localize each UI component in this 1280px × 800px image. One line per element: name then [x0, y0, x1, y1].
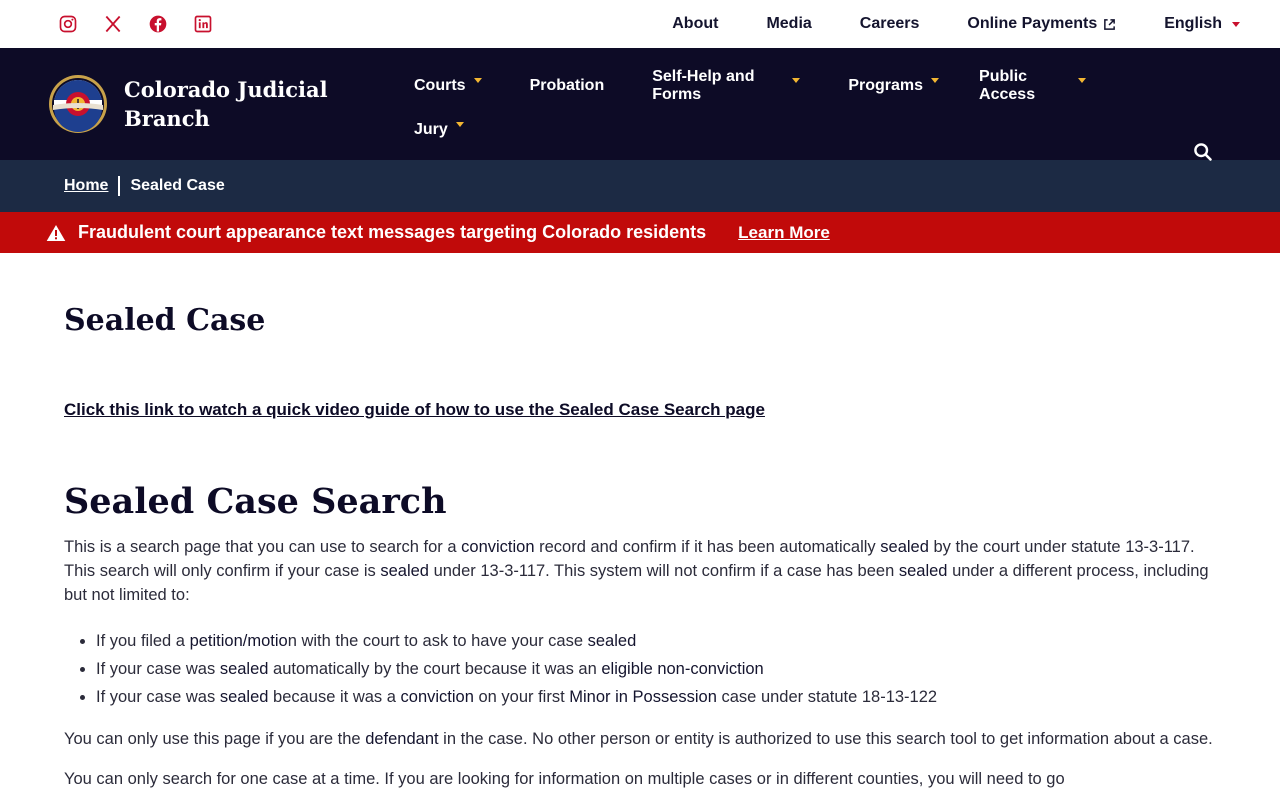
breadcrumb-current: Sealed Case	[130, 177, 225, 194]
nav-self-help[interactable]: Self-Help and Forms	[652, 68, 801, 104]
p1-a: This is a search page that you can use t…	[64, 538, 462, 556]
b2-f: Minor in Possession	[569, 688, 717, 706]
language-select[interactable]: English	[1164, 15, 1240, 33]
b2-d: conviction	[400, 688, 474, 706]
b2-b: sealed	[219, 688, 269, 706]
facebook-icon[interactable]	[148, 14, 168, 34]
search-icon[interactable]	[1193, 142, 1213, 162]
b2-a: If your case was	[96, 688, 220, 706]
chevron-down-icon	[473, 77, 482, 83]
b1-a: If your case was	[96, 660, 220, 678]
list-item: If your case was sealed because it was a…	[96, 683, 1216, 711]
b0-b: petition/motio	[189, 632, 288, 650]
external-link-icon	[1104, 18, 1116, 30]
b0-c: n with the court to ask to have your cas…	[287, 632, 588, 650]
chevron-down-icon	[455, 121, 464, 127]
b0-d: sealed	[587, 632, 637, 650]
instagram-icon[interactable]	[58, 14, 78, 34]
b1-c: automatically by the court because it wa…	[268, 660, 602, 678]
chevron-down-icon	[931, 77, 940, 83]
brand-home-link[interactable]: Colorado Judicial Branch	[0, 48, 380, 160]
nav-jury-label: Jury	[414, 121, 448, 138]
nav-probation[interactable]: Probation	[530, 77, 605, 95]
utility-nav: About Media Careers Online Payments Engl…	[672, 15, 1240, 33]
nav-public-access-label: Public Access	[979, 68, 1036, 103]
nav-programs[interactable]: Programs	[848, 77, 940, 95]
list-item: If your case was sealed automatically by…	[96, 655, 1216, 683]
brand-name: Colorado Judicial Branch	[124, 77, 328, 131]
online-payments-label: Online Payments	[967, 15, 1098, 32]
main-content: Sealed Case Click this link to watch a q…	[0, 303, 1280, 791]
alert-message: Fraudulent court appearance text message…	[78, 222, 707, 242]
p2-c: in the case. No other person or entity i…	[438, 730, 1213, 748]
alert-banner: Fraudulent court appearance text message…	[0, 212, 1280, 253]
b2-g: case under statute 18-13-122	[716, 688, 938, 706]
nav-probation-label: Probation	[529, 77, 605, 94]
b0-a: If you filed a	[96, 632, 190, 650]
b2-c: because it was a	[268, 688, 401, 706]
x-icon[interactable]	[103, 14, 123, 34]
nav-courts-label: Courts	[414, 77, 466, 94]
b2-e: on your first	[473, 688, 570, 706]
breadcrumb: Home Sealed Case	[0, 160, 1280, 212]
one-case-paragraph: You can only search for one case at a ti…	[64, 770, 1065, 788]
main-nav: Courts Probation Self-Help and Forms Pro…	[414, 48, 1134, 152]
linkedin-icon[interactable]	[193, 14, 213, 34]
page-title: Sealed Case	[64, 303, 266, 338]
nav-courts[interactable]: Courts	[414, 77, 482, 95]
language-label: English	[1164, 15, 1222, 32]
defendant-paragraph: You can only use this page if you are th…	[64, 727, 1216, 751]
online-payments-link[interactable]: Online Payments	[967, 15, 1116, 33]
p1-d: sealed	[880, 538, 929, 556]
p1-b: conviction	[461, 538, 535, 556]
learn-more-link[interactable]: Learn More	[738, 223, 830, 243]
media-link[interactable]: Media	[766, 15, 811, 33]
nav-programs-label: Programs	[848, 77, 924, 94]
chevron-down-icon	[1078, 77, 1086, 83]
exclusions-list: If you filed a petition/motion with the …	[64, 627, 1216, 711]
p1-f: sealed	[380, 562, 429, 580]
chevron-down-icon	[792, 77, 801, 83]
intro-paragraph: This is a search page that you can use t…	[64, 535, 1216, 607]
nav-self-help-label: Self-Help and Forms	[652, 68, 755, 103]
list-item: If you filed a petition/motion with the …	[96, 627, 1216, 655]
video-guide-link[interactable]: Click this link to watch a quick video g…	[64, 400, 765, 420]
colorado-courts-seal-logo	[49, 75, 107, 133]
p2-b: defendant	[365, 730, 439, 748]
nav-jury[interactable]: Jury	[414, 121, 464, 139]
main-header: Colorado Judicial Branch Courts Probatio…	[0, 48, 1280, 162]
section-title: Sealed Case Search	[64, 481, 447, 522]
chevron-down-icon	[1232, 21, 1240, 27]
b1-d: eligible non-conviction	[601, 660, 764, 678]
breadcrumb-home[interactable]: Home	[64, 177, 108, 195]
social-links	[58, 14, 213, 34]
utility-bar: About Media Careers Online Payments Engl…	[0, 0, 1280, 48]
p1-h: sealed	[898, 562, 948, 580]
about-link[interactable]: About	[672, 15, 718, 33]
careers-link[interactable]: Careers	[860, 15, 920, 33]
warning-icon	[46, 224, 66, 241]
p2-a: You can only use this page if you are th…	[64, 730, 366, 748]
p1-g: under 13-3-117. This system will not con…	[428, 562, 899, 580]
breadcrumb-separator	[118, 176, 121, 196]
b1-b: sealed	[219, 660, 269, 678]
nav-public-access[interactable]: Public Access	[979, 68, 1086, 104]
p1-c: record and confirm if it has been automa…	[534, 538, 881, 556]
